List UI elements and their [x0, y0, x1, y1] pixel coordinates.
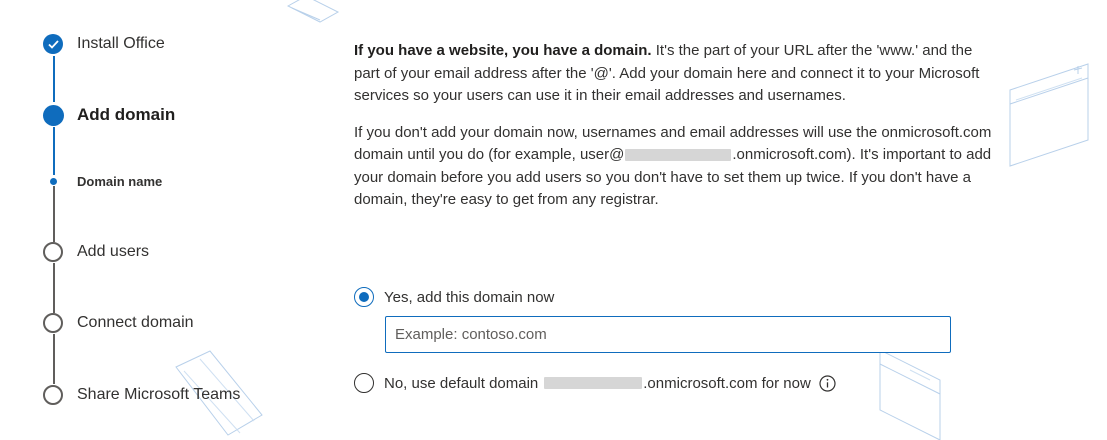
pending-step-indicator	[43, 385, 63, 405]
checkmark-icon	[43, 34, 63, 54]
pending-step-indicator	[43, 242, 63, 262]
step-add-domain[interactable]: Add domain	[42, 104, 175, 126]
step-label: Share Microsoft Teams	[77, 386, 241, 403]
add-domain-now-option[interactable]: Yes, add this domain now	[354, 287, 554, 307]
redacted-tenant-name	[544, 377, 643, 389]
decorative-illustration-right-top	[1009, 63, 1089, 167]
add-domain-now-label: Yes, add this domain now	[384, 288, 555, 306]
step-label: Install Office	[77, 35, 165, 52]
intro-paragraph: If you have a website, you have a domain…	[354, 40, 994, 108]
step-label: Connect domain	[77, 314, 194, 331]
step-label: Domain name	[77, 173, 163, 189]
use-default-domain-option[interactable]: No, use default domain .onmicrosoft.com …	[354, 373, 836, 393]
setup-progress-stepper: Install Office Add domain Domain name Ad…	[0, 0, 300, 440]
step-domain-name[interactable]: Domain name	[42, 170, 162, 192]
step-label: Add domain	[77, 105, 176, 124]
add-domain-content: If you have a website, you have a domain…	[354, 40, 994, 212]
add-domain-now-radio[interactable]	[354, 287, 374, 307]
step-connector	[53, 334, 55, 384]
substep-indicator	[49, 177, 57, 185]
use-default-domain-radio[interactable]	[354, 373, 374, 393]
info-icon[interactable]	[819, 374, 836, 392]
step-connector	[53, 186, 55, 242]
use-default-suffix-label: .onmicrosoft.com for now	[643, 374, 811, 392]
step-label: Add users	[77, 243, 150, 260]
current-step-indicator	[42, 104, 64, 126]
use-default-prefix-label: No, use default domain	[384, 374, 539, 392]
step-share-microsoft-teams[interactable]: Share Microsoft Teams	[42, 384, 240, 406]
step-connector	[53, 56, 55, 102]
step-install-office[interactable]: Install Office	[42, 33, 165, 55]
step-connect-domain[interactable]: Connect domain	[42, 312, 194, 334]
pending-step-indicator	[43, 313, 63, 333]
step-add-users[interactable]: Add users	[42, 241, 149, 263]
default-domain-paragraph: If you don't add your domain now, userna…	[354, 122, 994, 212]
domain-name-input[interactable]	[385, 316, 951, 353]
step-connector	[53, 263, 55, 313]
redacted-tenant-name	[625, 149, 732, 162]
intro-bold-text: If you have a website, you have a domain…	[354, 42, 652, 59]
step-connector	[53, 127, 55, 175]
